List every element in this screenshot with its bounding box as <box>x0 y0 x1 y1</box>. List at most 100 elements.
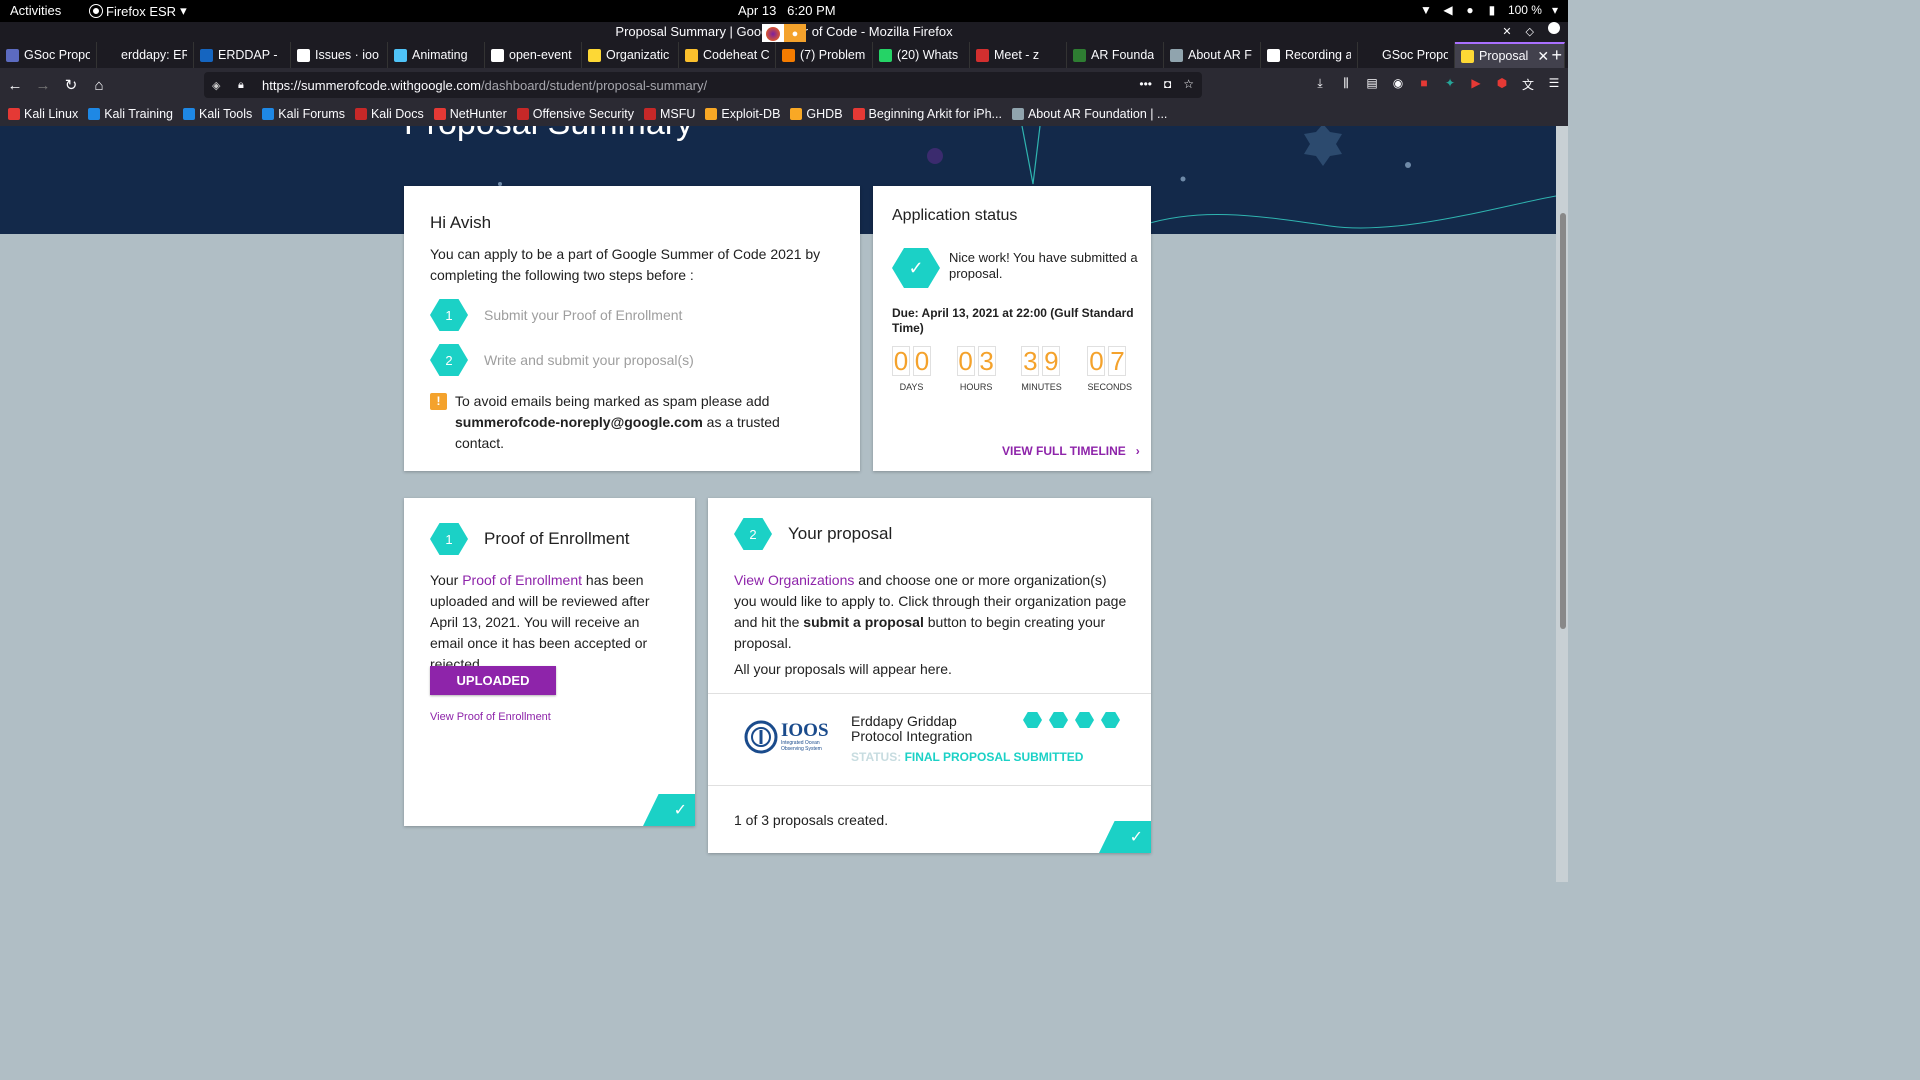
extension-icon[interactable]: ✦ <box>1442 76 1458 92</box>
youtube-icon[interactable]: ▶ <box>1468 76 1484 92</box>
status-title: Application status <box>892 207 1018 224</box>
bookmark-label: Beginning Arkit for iPh... <box>868 107 1002 121</box>
tab-favicon-icon <box>200 48 213 62</box>
firefox-icon <box>762 24 784 44</box>
intro-text: You can apply to be a part of Google Sum… <box>430 246 821 283</box>
adblock-icon[interactable]: ⬢ <box>1494 76 1510 92</box>
tab-title: Recording a <box>1285 48 1351 62</box>
minimize-icon[interactable]: ✕ <box>1502 22 1511 42</box>
countdown-digit: 3 <box>1021 345 1040 376</box>
browser-tab[interactable]: Proposal ✕ <box>1455 42 1565 68</box>
browser-tab[interactable]: About AR F <box>1164 42 1261 68</box>
bookmark-item[interactable]: Kali Docs <box>354 107 424 121</box>
shield-icon[interactable]: ◈ <box>212 79 226 92</box>
browser-tab[interactable]: (20) Whats <box>873 42 970 68</box>
close-window-icon[interactable] <box>1548 22 1560 34</box>
bookmark-favicon-icon <box>705 108 718 120</box>
bookmark-item[interactable]: Kali Tools <box>183 107 252 121</box>
application-status-card: Application status ✓ Nice work! You have… <box>873 186 1151 471</box>
proposal-list-item[interactable]: IOOS Integrated Ocean Observing System E… <box>708 693 1151 786</box>
bookmark-favicon-icon <box>643 108 656 120</box>
proof-of-enrollment-link[interactable]: Proof of Enrollment <box>462 572 582 588</box>
bookmark-favicon-icon <box>354 108 367 120</box>
bookmark-item[interactable]: GHDB <box>790 107 843 121</box>
system-tray[interactable]: ▼ ◀ ● ▮ 100 % ▾ <box>1420 3 1558 17</box>
lock-icon[interactable]: 🔒︎ <box>238 79 252 92</box>
menu-icon[interactable]: ☰ <box>1546 76 1562 92</box>
new-tab-button[interactable]: + <box>1551 42 1562 68</box>
check-icon: ✓ <box>643 794 695 826</box>
browser-tab[interactable]: Meet - z <box>970 42 1067 68</box>
navigation-toolbar: ← → ↻ ⌂ ◈ 🔒︎ https://summerofcode.withgo… <box>0 68 1568 102</box>
back-button[interactable]: ← <box>2 72 28 98</box>
pocket-icon[interactable]: ◘ <box>1164 77 1171 91</box>
microphone-icon: ● <box>784 24 806 44</box>
scrollbar-thumb[interactable] <box>1560 213 1566 629</box>
bookmark-item[interactable]: MSFU <box>643 107 696 121</box>
browser-tab[interactable]: AR Founda <box>1067 42 1164 68</box>
tab-title: erddapy: ERD <box>121 48 187 62</box>
account-icon[interactable]: ◉ <box>1390 76 1406 92</box>
forward-button[interactable]: → <box>30 72 56 98</box>
view-organizations-link[interactable]: View Organizations <box>734 572 854 588</box>
tab-title: Animating <box>412 48 468 62</box>
translate-icon[interactable]: 文 <box>1520 76 1536 92</box>
browser-tab[interactable]: erddapy: ERD <box>97 42 194 68</box>
bookmark-item[interactable]: About AR Foundation | ... <box>1011 107 1168 121</box>
sidebar-icon[interactable]: ▤ <box>1364 76 1380 92</box>
browser-tab[interactable]: ERDDAP - <box>194 42 291 68</box>
browser-tab[interactable]: open-event <box>485 42 582 68</box>
bookmark-label: Kali Linux <box>24 107 79 121</box>
extension-icon[interactable]: ■ <box>1416 76 1432 92</box>
downloads-icon[interactable]: ⤓ <box>1312 76 1328 92</box>
browser-tab[interactable]: GSoc Proposal <box>1358 42 1455 68</box>
proposal-instructions: View Organizations and choose one or mor… <box>734 572 1127 651</box>
due-date: Due: April 13, 2021 at 22:00 (Gulf Stand… <box>892 306 1134 335</box>
bookmark-item[interactable]: Exploit-DB <box>705 107 780 121</box>
more-actions-icon[interactable]: ••• <box>1139 77 1152 91</box>
system-top-bar: Activities Firefox ESR ▾ Apr 13 6:20 PM … <box>0 0 1568 22</box>
view-proof-of-enrollment-link[interactable]: View Proof of Enrollment <box>430 711 551 723</box>
countdown-digit: 0 <box>956 345 975 376</box>
uploaded-button[interactable]: UPLOADED <box>430 666 556 695</box>
proof-of-enrollment-card: 1 Proof of Enrollment Your Proof of Enro… <box>404 498 695 826</box>
proposals-appear-text: All your proposals will appear here. <box>734 661 952 677</box>
browser-tab[interactable]: Codeheat C <box>679 42 776 68</box>
tab-favicon-icon <box>1461 49 1474 63</box>
volume-icon: ◀ <box>1443 3 1453 17</box>
reload-button[interactable]: ↻ <box>58 72 84 98</box>
bookmark-star-icon[interactable]: ☆ <box>1183 77 1194 91</box>
bookmark-label: MSFU <box>659 107 696 121</box>
activities-button[interactable]: Activities <box>10 3 61 18</box>
sharing-indicator[interactable]: ● <box>762 24 806 44</box>
tab-title: About AR F <box>1188 48 1252 62</box>
tab-title: Organizatic <box>606 48 670 62</box>
browser-tab[interactable]: Recording a <box>1261 42 1358 68</box>
bookmarks-toolbar: Kali Linux Kali Training Kali Tools Kali Fo… <box>0 102 1568 126</box>
app-menu[interactable]: Firefox ESR ▾ <box>89 3 187 19</box>
browser-tab[interactable]: (7) Problem <box>776 42 873 68</box>
close-tab-icon[interactable]: ✕ <box>1537 48 1549 65</box>
home-button[interactable]: ⌂ <box>86 72 112 98</box>
bookmark-item[interactable]: Kali Training <box>88 107 173 121</box>
browser-tab[interactable]: Issues · ioo <box>291 42 388 68</box>
clock-time: 6:20 PM <box>787 3 836 18</box>
browser-tab[interactable]: Animating <box>388 42 485 68</box>
tab-favicon-icon <box>1170 48 1183 62</box>
url-bar[interactable]: ◈ 🔒︎ https://summerofcode.withgoogle.com… <box>204 72 1202 98</box>
step-number-badge: 2 <box>430 344 468 376</box>
bookmark-item[interactable]: Beginning Arkit for iPh... <box>852 107 1002 121</box>
tab-title: Proposal <box>1479 49 1529 63</box>
tab-strip: GSoc Propo erddapy: ERD ERDDAP - Issues · i… <box>0 42 1568 68</box>
browser-tab[interactable]: GSoc Propo <box>0 42 97 68</box>
clock[interactable]: Apr 13 6:20 PM <box>738 3 836 18</box>
maximize-icon[interactable]: ◇ <box>1526 22 1534 42</box>
bookmark-item[interactable]: Kali Linux <box>8 107 78 121</box>
bookmark-item[interactable]: NetHunter <box>433 107 507 121</box>
library-icon[interactable]: ⫼ <box>1338 76 1354 92</box>
browser-tab[interactable]: Organizatic <box>582 42 679 68</box>
bookmark-item[interactable]: Kali Forums <box>262 107 345 121</box>
view-full-timeline-link[interactable]: VIEW FULL TIMELINE › <box>1002 444 1140 458</box>
bookmark-label: About AR Foundation | ... <box>1027 107 1168 121</box>
bookmark-item[interactable]: Offensive Security <box>516 107 634 121</box>
